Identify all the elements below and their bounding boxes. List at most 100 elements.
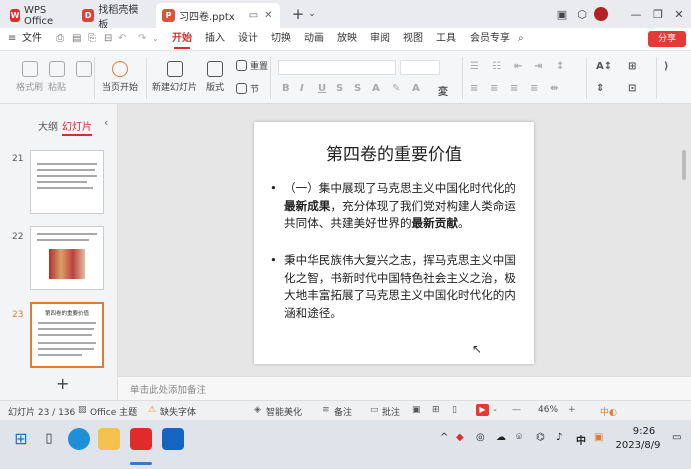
- line-spacing-icon[interactable]: ↕: [556, 61, 564, 72]
- layout-button[interactable]: 版式: [206, 61, 224, 93]
- tab-wps-office[interactable]: W WPS Office: [4, 3, 72, 28]
- redo-icon[interactable]: ↷: [138, 28, 146, 50]
- menu-animation[interactable]: 动画: [304, 28, 324, 50]
- windows-start-icon[interactable]: ⊞: [10, 428, 32, 450]
- hamburger-icon[interactable]: ≡: [8, 28, 16, 50]
- notification-icon[interactable]: ▭: [672, 432, 681, 443]
- wps-taskbar-icon[interactable]: [130, 428, 152, 450]
- highlight-icon[interactable]: ✎: [392, 83, 400, 94]
- search-icon[interactable]: ⌕: [518, 28, 524, 50]
- slide-thumbnail-22[interactable]: [30, 226, 104, 290]
- bullet-list-icon[interactable]: ☰: [470, 61, 479, 72]
- underline-icon[interactable]: U: [318, 83, 326, 94]
- menu-view[interactable]: 视图: [403, 28, 423, 50]
- share-button[interactable]: 分享: [648, 31, 686, 47]
- current-slide[interactable]: 第四卷的重要价值 （一）集中展现了马克思主义中国化时代化的最新成果，充分体现了我…: [254, 122, 534, 364]
- tray-network-icon[interactable]: ⌬: [536, 432, 545, 443]
- font-color-icon[interactable]: A: [372, 83, 380, 94]
- italic-icon[interactable]: I: [300, 83, 304, 94]
- decrease-indent-icon[interactable]: ⇤: [514, 61, 522, 72]
- tab-monitor-icon[interactable]: ▭: [249, 10, 258, 21]
- slide-bullet-2[interactable]: 秉中华民族伟大复兴之志，挥马克思主义中国化之智，书新时代中国特色社会主义之治，极…: [270, 252, 526, 322]
- restore-icon[interactable]: ❐: [648, 5, 668, 23]
- minimize-icon[interactable]: —: [626, 5, 646, 23]
- cube-icon[interactable]: ⬡: [572, 5, 592, 23]
- play-from-current-button[interactable]: 当页开始: [102, 61, 138, 93]
- align-left-icon[interactable]: ≡: [470, 83, 478, 94]
- tab-outline[interactable]: 大纲: [38, 118, 58, 133]
- slide-bullet-1[interactable]: （一）集中展现了马克思主义中国化时代化的最新成果，充分体现了我们党对构建人类命运…: [270, 180, 526, 233]
- bold-icon[interactable]: B: [282, 83, 290, 94]
- tab-pptx-document[interactable]: P 习四卷.pptx ▭ ✕: [156, 3, 280, 28]
- preview-icon[interactable]: ⊟: [104, 28, 112, 50]
- menu-design[interactable]: 设计: [238, 28, 258, 50]
- vertical-scrollbar[interactable]: [682, 150, 686, 180]
- menu-review[interactable]: 审阅: [370, 28, 390, 50]
- tray-volume-icon[interactable]: ♪: [556, 432, 562, 443]
- align-right-icon[interactable]: ≡: [510, 83, 518, 94]
- align-text-icon[interactable]: ⇕: [596, 83, 604, 94]
- tray-chevron-icon[interactable]: ^: [440, 432, 448, 443]
- tab-docer-template[interactable]: D 找稻壳模板: [76, 3, 152, 31]
- close-window-icon[interactable]: ✕: [669, 5, 689, 23]
- tab-close-icon[interactable]: ✕: [264, 10, 272, 21]
- text-fill-icon[interactable]: A: [412, 83, 420, 94]
- export-pdf-icon[interactable]: ▤: [72, 28, 81, 50]
- textbox-icon[interactable]: ⊞: [628, 61, 636, 72]
- increase-indent-icon[interactable]: ⇥: [534, 61, 542, 72]
- menu-transition[interactable]: 切换: [271, 28, 291, 50]
- justify-icon[interactable]: ≡: [530, 83, 538, 94]
- comment-button[interactable]: 批注: [382, 405, 400, 418]
- tray-cloud-icon[interactable]: ☁: [496, 432, 506, 443]
- phonetic-icon[interactable]: 変: [438, 83, 448, 98]
- theme-name[interactable]: Office 主题: [90, 405, 137, 418]
- add-slide-button[interactable]: +: [56, 374, 69, 393]
- convert-smartart-icon[interactable]: ⊡: [628, 83, 636, 94]
- tray-security-icon[interactable]: ◎: [476, 432, 485, 443]
- undo-icon[interactable]: ↶: [118, 28, 126, 50]
- collapse-pane-icon[interactable]: ‹: [104, 116, 108, 129]
- zoom-in-icon[interactable]: +: [568, 405, 576, 415]
- zoom-out-icon[interactable]: —: [512, 405, 521, 415]
- number-list-icon[interactable]: ☷: [492, 61, 501, 72]
- tab-slides[interactable]: 幻灯片: [62, 118, 92, 136]
- cut-button[interactable]: [76, 61, 92, 80]
- paste-button[interactable]: 粘贴: [48, 61, 66, 93]
- screen-layout-icon[interactable]: ▣: [552, 5, 572, 23]
- align-center-icon[interactable]: ≡: [490, 83, 498, 94]
- shadow-icon[interactable]: S: [336, 83, 343, 94]
- tab-list-chevron-icon[interactable]: ⌄: [302, 5, 322, 23]
- menu-tools[interactable]: 工具: [436, 28, 456, 50]
- menu-file[interactable]: 文件: [22, 28, 42, 50]
- slide-thumbnail-23[interactable]: 第四卷的重要价值: [30, 302, 104, 368]
- slide-sorter-icon[interactable]: ⊞: [432, 405, 440, 415]
- zoom-level[interactable]: 46%: [538, 405, 558, 415]
- reset-button[interactable]: 重置: [236, 59, 268, 72]
- font-family-select[interactable]: [278, 60, 396, 75]
- menu-insert[interactable]: 插入: [205, 28, 225, 50]
- clock-date[interactable]: 2023/8/9: [610, 440, 666, 451]
- play-slideshow-icon[interactable]: ▶: [476, 404, 489, 416]
- menu-member[interactable]: 会员专享: [470, 28, 510, 50]
- strikethrough-icon[interactable]: S: [354, 83, 361, 94]
- ribbon-more-icon[interactable]: ⟩: [664, 61, 669, 72]
- app-taskbar-icon[interactable]: [162, 428, 184, 450]
- notes-toggle-button[interactable]: 备注: [334, 405, 352, 418]
- slide-thumbnail-21[interactable]: [30, 150, 104, 214]
- slide-title[interactable]: 第四卷的重要价值: [254, 140, 534, 165]
- tray-wps-icon[interactable]: ◆: [456, 432, 464, 443]
- format-painter-button[interactable]: 格式刷: [16, 61, 43, 93]
- distribute-icon[interactable]: ⇹: [550, 83, 558, 94]
- clock-time[interactable]: 9:26: [622, 426, 666, 437]
- file-explorer-icon[interactable]: [98, 428, 120, 450]
- reading-view-icon[interactable]: ▯: [452, 405, 457, 415]
- text-direction-icon[interactable]: A↕: [596, 61, 612, 72]
- edge-browser-icon[interactable]: [68, 428, 90, 450]
- ime-indicator[interactable]: 中: [576, 432, 586, 447]
- save-icon[interactable]: ⎙: [56, 28, 64, 50]
- normal-view-icon[interactable]: ▣: [412, 405, 421, 415]
- menu-slideshow[interactable]: 放映: [337, 28, 357, 50]
- quick-access-chevron-icon[interactable]: ⌄: [152, 28, 159, 50]
- tray-mic-icon[interactable]: ⌾: [516, 432, 522, 443]
- print-icon[interactable]: ⎘: [88, 28, 96, 50]
